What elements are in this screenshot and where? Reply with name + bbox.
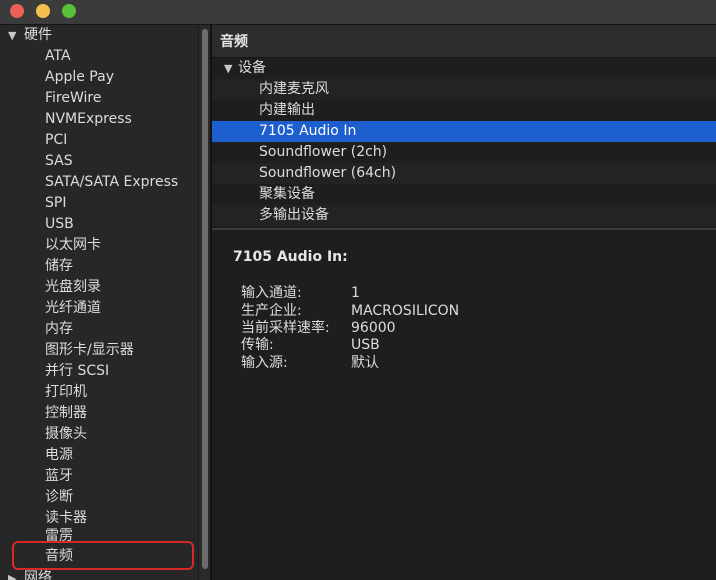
sidebar-item-memory[interactable]: 内存 — [45, 319, 73, 340]
sidebar-item-graphics[interactable]: 图形卡/显示器 — [45, 340, 134, 361]
property-key: 输入通道: — [241, 285, 302, 301]
sidebar-item-spi[interactable]: SPI — [45, 193, 66, 214]
audio-highlight-outline — [12, 541, 194, 570]
detail-pane: 7105 Audio In: 输入通道: 1 生产企业: MACROSILICON … — [212, 234, 716, 580]
sidebar-item-sata[interactable]: SATA/SATA Express — [45, 172, 178, 193]
zoom-window-button[interactable] — [62, 4, 76, 18]
device-group-row[interactable]: ▼ 设备 — [212, 58, 716, 79]
sidebar-scroll-thumb[interactable] — [202, 29, 208, 569]
sidebar-item-firewire[interactable]: FireWire — [45, 88, 101, 109]
sidebar-item-usb[interactable]: USB — [45, 214, 74, 235]
sidebar: ▼ 硬件 ATA Apple Pay FireWire NVMExpress PC… — [0, 25, 198, 580]
main-pane: 音频 ▼ 设备 内建麦克风 内建输出 7105 Audio In Soundflo… — [212, 25, 716, 580]
sidebar-item-diagnostics[interactable]: 诊断 — [45, 487, 73, 508]
device-row-builtin-output[interactable]: 内建输出 — [212, 100, 716, 121]
sidebar-item-fibre-channel[interactable]: 光纤通道 — [45, 298, 101, 319]
property-value: MACROSILICON — [351, 303, 460, 319]
disclosure-triangle-icon[interactable]: ▼ — [224, 58, 238, 79]
sidebar-group-label: 硬件 — [24, 27, 52, 43]
device-row-builtin-mic[interactable]: 内建麦克风 — [212, 79, 716, 100]
sidebar-item-ata[interactable]: ATA — [45, 46, 71, 67]
device-label: 聚集设备 — [259, 186, 315, 202]
property-row: 输入源: 默认 — [241, 355, 379, 372]
sidebar-group-network[interactable]: ▶ 网络 — [8, 568, 52, 580]
device-list: ▼ 设备 内建麦克风 内建输出 7105 Audio In Soundflower… — [212, 58, 716, 234]
minimize-window-button[interactable] — [36, 4, 50, 18]
property-value: USB — [351, 337, 380, 353]
property-key: 生产企业: — [241, 303, 302, 319]
detail-title: 7105 Audio In: — [233, 249, 348, 265]
property-key: 传输: — [241, 337, 274, 353]
sidebar-item-power[interactable]: 电源 — [45, 445, 73, 466]
device-row-aggregate[interactable]: 聚集设备 — [212, 184, 716, 205]
device-label: Soundflower (64ch) — [259, 165, 397, 181]
list-divider[interactable] — [212, 228, 716, 230]
property-row: 传输: USB — [241, 337, 380, 354]
device-row-soundflower-2ch[interactable]: Soundflower (2ch) — [212, 142, 716, 163]
property-value: 1 — [351, 285, 360, 301]
sidebar-item-camera[interactable]: 摄像头 — [45, 424, 87, 445]
device-label: 多输出设备 — [259, 207, 329, 223]
device-label: 7105 Audio In — [259, 123, 357, 139]
sidebar-group-label: 网络 — [24, 570, 52, 580]
sidebar-item-apple-pay[interactable]: Apple Pay — [45, 67, 114, 88]
sidebar-item-disc-burning[interactable]: 光盘刻录 — [45, 277, 101, 298]
page-title: 音频 — [220, 34, 248, 50]
device-group-label: 设备 — [238, 60, 266, 76]
sidebar-item-storage[interactable]: 储存 — [45, 256, 73, 277]
device-row-multi-output[interactable]: 多输出设备 — [212, 205, 716, 226]
sidebar-item-sas[interactable]: SAS — [45, 151, 73, 172]
property-row: 生产企业: MACROSILICON — [241, 303, 459, 320]
close-window-button[interactable] — [10, 4, 24, 18]
property-value: 96000 — [351, 320, 396, 336]
main-header: 音频 — [212, 25, 716, 58]
disclosure-triangle-icon[interactable]: ▶ — [8, 568, 22, 580]
sidebar-item-pci[interactable]: PCI — [45, 130, 67, 151]
sidebar-item-controller[interactable]: 控制器 — [45, 403, 87, 424]
sidebar-item-ethernet[interactable]: 以太网卡 — [45, 235, 101, 256]
device-label: 内建麦克风 — [259, 81, 329, 97]
property-row: 输入通道: 1 — [241, 285, 360, 302]
device-label: Soundflower (2ch) — [259, 144, 388, 160]
property-key: 输入源: — [241, 355, 288, 371]
device-row-7105-audio-in[interactable]: 7105 Audio In — [212, 121, 716, 142]
title-bar — [0, 0, 716, 25]
disclosure-triangle-icon[interactable]: ▼ — [8, 25, 22, 46]
sidebar-item-nvmexpress[interactable]: NVMExpress — [45, 109, 132, 130]
system-information-window: ▼ 硬件 ATA Apple Pay FireWire NVMExpress PC… — [0, 0, 716, 580]
property-row: 当前采样速率: 96000 — [241, 320, 396, 337]
sidebar-item-parallel-scsi[interactable]: 并行 SCSI — [45, 361, 109, 382]
sidebar-group-hardware[interactable]: ▼ 硬件 — [8, 25, 52, 46]
device-label: 内建输出 — [259, 102, 315, 118]
device-row-soundflower-64ch[interactable]: Soundflower (64ch) — [212, 163, 716, 184]
property-value: 默认 — [351, 355, 379, 371]
sidebar-item-bluetooth[interactable]: 蓝牙 — [45, 466, 73, 487]
property-key: 当前采样速率: — [241, 320, 330, 336]
sidebar-item-printers[interactable]: 打印机 — [45, 382, 87, 403]
